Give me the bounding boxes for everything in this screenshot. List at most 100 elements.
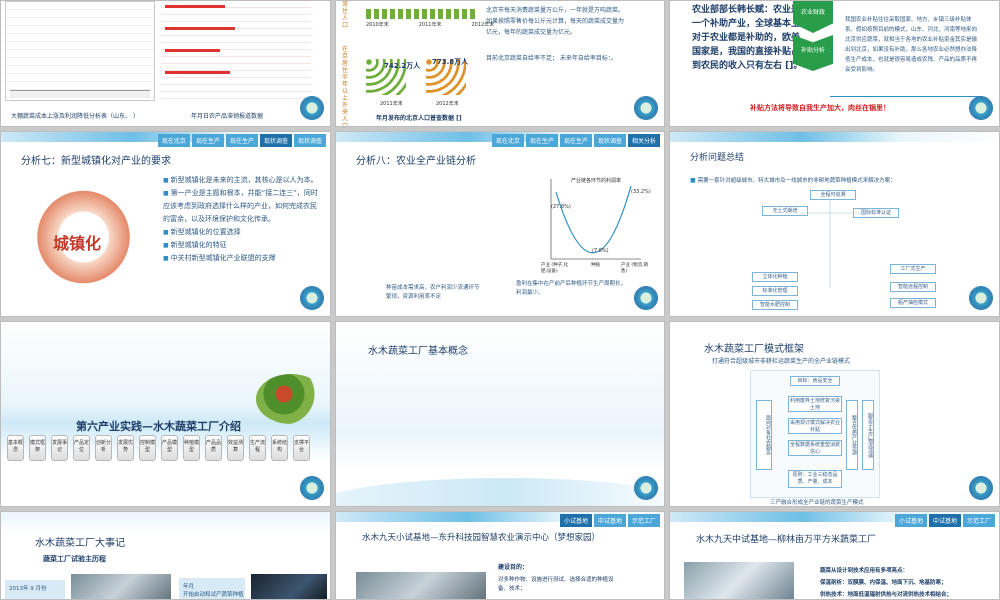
slide-thumbnail-3[interactable]: 农业部部长韩长赋：农业是一个补助产业，全球基本上对于农业都是补助的，欧美国家是，…	[669, 0, 1000, 127]
event-photo-1	[71, 574, 171, 599]
section-title: 第六产业实践—水木蔬菜工厂介绍	[76, 420, 241, 433]
slide-title: 水木蔬菜工厂模式框架	[704, 344, 804, 355]
right-note: 盈利在集中在产前产后种植环节生产周期长，利润最少。	[516, 281, 627, 296]
slide-title: 分析八：农业全产业链分析	[356, 156, 476, 167]
highlights-line-2: 保温剖析：双膜膜、内保温、地面下沉、地基防寒；	[820, 580, 947, 586]
minister-quote: 农业部部长韩长赋：农业是一个补助产业，全球基本上对于农业都是补助的，欧美国家是，…	[692, 5, 803, 71]
year-labels: 2010年末 2011年末 2012年末	[366, 22, 495, 28]
tab-middle[interactable]: 中试基地	[593, 514, 626, 527]
tab-demo[interactable]: 示范工厂	[627, 514, 660, 527]
company-logo-icon	[300, 476, 324, 500]
axis-label-mid: 种植	[591, 263, 600, 268]
tab-1[interactable]: 现在北京	[491, 134, 524, 147]
nav-button[interactable]: 创新分析	[95, 435, 112, 461]
curve-label-right: (33.2%)	[631, 189, 651, 195]
tab-3[interactable]: 现在生产	[225, 134, 258, 147]
nav-button[interactable]: 发展事记	[51, 435, 68, 461]
event-photo-2	[251, 574, 327, 599]
company-logo-icon	[969, 286, 993, 310]
slide-title: 水木蔬菜工厂大事记	[35, 538, 125, 549]
bullet-item: 中关村新型城镇化产业联盟的支撑	[163, 252, 323, 265]
nav-button[interactable]: 发展优势	[117, 435, 134, 461]
nav-button[interactable]: 系统结构	[271, 435, 288, 461]
slide-thumbnail-7[interactable]: 第六产业实践—水木蔬菜工厂介绍 基本概念 模式框架 发展事记 产品定位 创新分析…	[0, 321, 331, 507]
value-chain-chart	[550, 179, 641, 260]
tab-2[interactable]: 现在生产	[525, 134, 558, 147]
tab-5[interactable]: 现状调查	[293, 134, 326, 147]
slide-thumbnail-6[interactable]: 分析问题总结 需要一套针对超级城市、特大城市及一线城市的非耕地蔬菜种植模式来解决…	[669, 131, 1000, 317]
chart-title: 产业链各环节的利润率	[571, 178, 622, 184]
nav-button[interactable]: 种植模型	[183, 435, 200, 461]
bullet-item: 新型城镇化是未来的主流，其核心是以人为本。	[163, 174, 323, 187]
label-2012: 2012年末	[436, 101, 459, 107]
slide-title: 水木九天中试基地—柳林亩万平方米蔬菜工厂	[696, 535, 877, 545]
company-logo-icon	[300, 286, 324, 310]
factory-photo	[684, 562, 794, 599]
slide-subtitle: 打通符合超级城市非耕栏运蔬菜生产的全产业链模式	[712, 358, 851, 365]
nav-button[interactable]: 控制模型	[139, 435, 156, 461]
event-text-2: 开始启动和试产蔬菜种植产	[183, 592, 244, 598]
center-box-data: 全程数据系统重塑消费信心	[788, 440, 842, 456]
news-caption: 年月日农产品滞销报道数据	[191, 113, 264, 120]
nav-button[interactable]: 效益测算	[227, 435, 244, 461]
nav-button[interactable]: 模式框架	[29, 435, 46, 461]
nav-button[interactable]: 产品模型	[161, 435, 178, 461]
value-2011: 742.2万人	[384, 62, 421, 70]
slide-thumbnail-4[interactable]: 现在北京 现在生产 现在生产 现状调查 现状调查 分析七：新型城镇化对产业的要求…	[0, 131, 331, 317]
connector-lines	[800, 200, 870, 288]
slide-thumbnail-12[interactable]: 小试基地 中试基地 示范工厂 水木九天中试基地—柳林亩万平方米蔬菜工厂 蔬菜从设…	[669, 511, 1000, 600]
company-logo-icon	[634, 286, 658, 310]
section-tabs: 现在北京 现在生产 现在生产 现状调查 现状调查	[157, 134, 326, 147]
nav-button[interactable]: 产品定位	[73, 435, 90, 461]
tab-pilot[interactable]: 小试基地	[559, 514, 592, 527]
slide-thumbnail-2[interactable]: 常住人口 在京居住半年以上外来人口 2010年末 2011年末 2012年末 7…	[335, 0, 665, 127]
principle-box: 原则：工业三稳态品质、产量、成本	[788, 470, 842, 488]
slide-thumbnail-5[interactable]: 现在北京 现在生产 现在生产 现状调查 相关分析 分析八：农业全产业链分析 产业…	[335, 131, 665, 317]
tab-4[interactable]: 现状调查	[259, 134, 292, 147]
slide-title: 水木蔬菜工厂基本概念	[368, 346, 468, 357]
nav-button[interactable]: 基本概念	[7, 435, 24, 461]
curve-label-left: (27.8%)	[551, 204, 571, 210]
framework-caption: 三产融合形成全产业链的蔬菜生产模式	[770, 500, 864, 506]
section-tabs: 小试基地 中试基地 示范工厂	[559, 514, 660, 527]
top-banner	[670, 132, 999, 142]
vertical-label: 在京居住半年以上外来人口	[342, 46, 349, 127]
slide-thumbnail-11[interactable]: 小试基地 中试基地 示范工厂 水木九天小试基地—东升科技园智慧农业演示中心（梦想…	[335, 511, 665, 600]
cost-table	[5, 1, 155, 101]
nav-button[interactable]: 支撑平台	[293, 435, 310, 461]
tab-5[interactable]: 相关分析	[627, 134, 660, 147]
center-box-land: 利用废弃土地修复污染土地	[788, 396, 842, 412]
highlights-line-3: 供热技术：地面低温辐射供热与对流供热技术相结合；	[820, 592, 953, 598]
tab-1[interactable]: 现在北京	[157, 134, 190, 147]
news-data-list	[161, 1, 311, 101]
consumption-paragraph: 北京市每天消费蔬菜量万公斤，一年就是万吨蔬菜。如果按照零售价每公斤元计算，每天的…	[486, 7, 625, 36]
self-sufficiency-bullet: 目前北京蔬菜自给率不足； 未来年自给率目标：。	[486, 55, 617, 62]
slide-thumbnail-8[interactable]: 水木蔬菜工厂基本概念	[335, 321, 665, 507]
nav-button[interactable]: 产品品质	[205, 435, 222, 461]
census-caption: 年月发布的北京人口普查数据 []	[376, 115, 462, 122]
vegetable-basket-image	[256, 374, 326, 424]
goal-text: 对多种作物、设施进行测试、选择合适的种植设备、技术；	[498, 577, 614, 592]
company-logo-icon	[300, 96, 324, 120]
event-date-1: 2013年 9 月份	[9, 586, 47, 592]
slide-thumbnail-1[interactable]: 大棚蔬菜成本上涨及利润降低分析表（山东、 ） 年月日农产品滞销报道数据	[0, 0, 331, 127]
navigation-buttons: 基本概念 模式框架 发展事记 产品定位 创新分析 发展优势 控制模型 产品模型 …	[7, 435, 310, 461]
tab-3[interactable]: 现在生产	[559, 134, 592, 147]
slide-thumbnail-9[interactable]: 水木蔬菜工厂模式框架 打通符合超级城市非耕栏运蔬菜生产的全产业链模式 目标：食品…	[669, 321, 1000, 507]
tab-2[interactable]: 现在生产	[191, 134, 224, 147]
axis-label-pre: 产业 (种子,化肥,设备)	[541, 263, 569, 274]
tab-demo[interactable]: 示范工厂	[962, 514, 995, 527]
tab-pilot[interactable]: 小试基地	[894, 514, 927, 527]
tab-4[interactable]: 现状调查	[593, 134, 626, 147]
tab-middle[interactable]: 中试基地	[928, 514, 961, 527]
subsidy-body: 我国农业补贴往往采取国家、地方、乡镇三级补贴体系。假如按照目前的模式，山东、河北…	[845, 17, 978, 73]
top-banner	[1, 512, 330, 534]
slide-title: 分析七：新型城镇化对产业的要求	[21, 156, 171, 167]
nav-button[interactable]: 生产流程	[249, 435, 266, 461]
bullet-item: 第一产业是主题和根本，并能“接二连三”，同时应该考虑到政府选择什么样的产业，如何…	[163, 187, 323, 226]
axis-label-post: 产业 (物流,销售)	[621, 263, 649, 274]
feature-box-irrigation: 智能水肥控制	[752, 300, 798, 310]
company-logo-icon	[969, 476, 993, 500]
slide-thumbnail-10[interactable]: 水木蔬菜工厂大事记 蔬菜工厂试验主历程 2013年 9 月份 年月 开始启动和试…	[0, 511, 331, 600]
feature-box-sampling: 瓶产抽检模式	[890, 298, 936, 308]
